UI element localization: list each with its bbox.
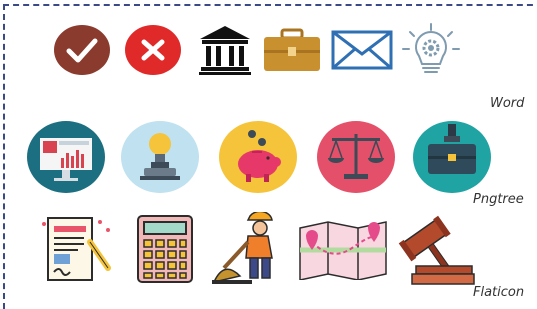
judge-gavel-icon [398, 215, 475, 285]
scales-of-justice-icon [317, 121, 395, 193]
cross-circle-icon [125, 25, 181, 75]
briefcase-hand-icon [413, 121, 491, 193]
check-circle-icon [54, 25, 110, 75]
idea-lightbulb-icon [121, 121, 199, 193]
bank-icon [199, 26, 251, 75]
construction-worker-icon [212, 212, 273, 284]
calculator-icon [137, 215, 193, 283]
pngtree-source-label: Pngtree [473, 192, 524, 207]
flaticon-source-label: Flaticon [473, 285, 525, 300]
piggy-bank-icon [219, 121, 297, 193]
lightbulb-gear-icon [402, 23, 460, 73]
envelope-icon [331, 30, 393, 70]
contract-signing-icon [42, 217, 111, 281]
monitor-dashboard-icon [27, 121, 105, 193]
briefcase-icon [264, 28, 320, 71]
word-source-label: Word [490, 96, 525, 111]
map-route-icon [299, 221, 387, 280]
